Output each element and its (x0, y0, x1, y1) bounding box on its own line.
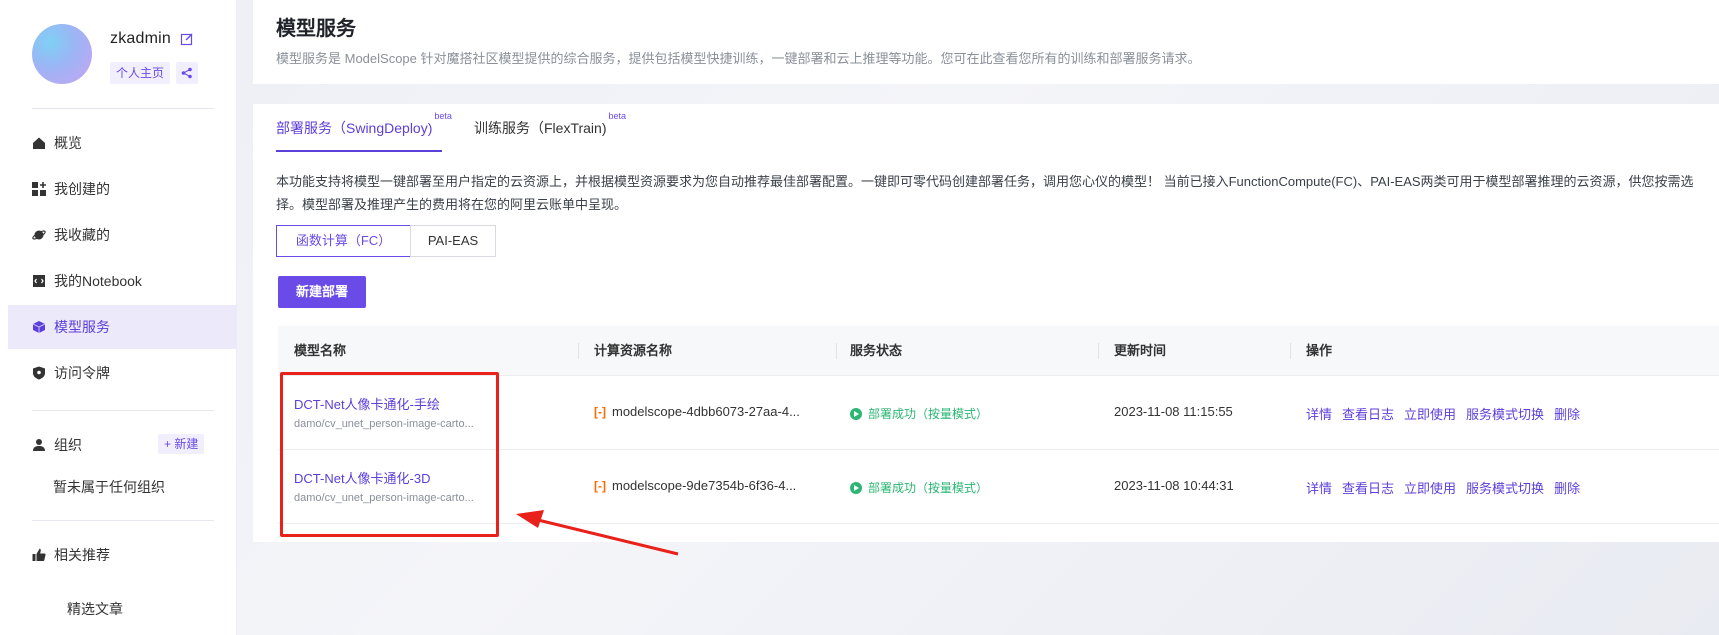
sidebar-item-label: 相关推荐 (54, 547, 110, 563)
page-description: 模型服务是 ModelScope 针对魔搭社区模型提供的综合服务，提供包括模型快… (276, 51, 1201, 66)
column-separator (836, 343, 837, 359)
column-header: 更新时间 (1114, 343, 1167, 358)
row-actions: 详情 查看日志 立即使用 服务模式切换 删除 (1306, 478, 1580, 497)
sidebar-item-label: 访问令牌 (54, 365, 110, 381)
home-icon (33, 137, 45, 149)
tab-swing-deploy[interactable]: 部署服务（SwingDeploy)beta (276, 111, 452, 138)
resource-name: [-] modelscope-4dbb6073-27aa-4... (594, 404, 800, 419)
sidebar-item-label: 我创建的 (54, 181, 110, 197)
delete-link[interactable]: 删除 (1554, 404, 1580, 423)
planet-icon (32, 230, 46, 240)
function-compute-icon: [-] (594, 478, 606, 493)
details-link[interactable]: 详情 (1306, 478, 1332, 497)
sidebar-item-label: 模型服务 (54, 319, 110, 335)
share-icon[interactable] (176, 62, 198, 84)
user-icon (33, 439, 45, 451)
column-separator (1098, 343, 1099, 359)
tab-label: 训练服务（FlexTrain) (474, 120, 607, 136)
update-time: 2023-11-08 11:15:55 (1114, 404, 1233, 419)
new-organization-button[interactable]: + 新建 (158, 434, 205, 454)
column-header: 模型名称 (294, 343, 347, 358)
shield-icon (33, 366, 45, 380)
column-separator (1290, 343, 1291, 359)
resource-name-text: modelscope-9de7354b-6f36-4... (612, 478, 797, 493)
status-text: 部署成功（按量模式） (868, 481, 989, 495)
switch-mode-link[interactable]: 服务模式切换 (1466, 404, 1544, 423)
sidebar-item-label: 我的Notebook (54, 273, 142, 289)
tab-label: 部署服务（SwingDeploy) (276, 120, 433, 136)
avatar[interactable] (32, 24, 92, 84)
feature-intro: 本功能支持将模型一键部署至用户指定的云资源上，并根据模型资源要求为您自动推荐最佳… (276, 174, 1694, 212)
column-separator (578, 343, 579, 359)
sidebar-item-notebook[interactable]: 我的Notebook (8, 259, 237, 303)
row-actions: 详情 查看日志 立即使用 服务模式切换 删除 (1306, 404, 1580, 423)
cube-icon (32, 321, 46, 333)
use-now-link[interactable]: 立即使用 (1404, 404, 1456, 423)
edit-icon[interactable] (180, 32, 194, 46)
thumbs-up-icon (32, 548, 46, 561)
delete-link[interactable]: 删除 (1554, 478, 1580, 497)
resource-name-text: modelscope-4dbb6073-27aa-4... (612, 404, 800, 419)
sidebar-item-label: 组织 (54, 437, 82, 453)
column-header: 计算资源名称 (594, 343, 673, 358)
running-icon (850, 481, 862, 494)
status-badge: 部署成功（按量模式） (850, 479, 988, 496)
resource-name: [-] modelscope-9de7354b-6f36-4... (594, 478, 796, 493)
running-icon (850, 407, 862, 420)
notebook-icon (33, 275, 45, 287)
segment-function-compute[interactable]: 函数计算（FC） (276, 225, 411, 257)
annotation-highlight-box (280, 372, 499, 537)
use-now-link[interactable]: 立即使用 (1404, 478, 1456, 497)
function-compute-icon: [-] (594, 404, 606, 419)
beta-badge: beta (608, 111, 627, 122)
segment-pai-eas[interactable]: PAI-EAS (410, 225, 496, 257)
username: zkadmin (110, 30, 171, 47)
user-profile: zkadmin 个人主页 (32, 24, 222, 88)
column-header: 操作 (1306, 343, 1333, 358)
divider (32, 520, 214, 521)
divider (32, 108, 214, 109)
status-text: 部署成功（按量模式） (868, 407, 989, 421)
divider (32, 410, 214, 411)
sidebar-item-label: 我收藏的 (54, 227, 110, 243)
sidebar-item-overview[interactable]: 概览 (8, 121, 237, 165)
tab-flex-train[interactable]: 训练服务（FlexTrain)beta (474, 111, 626, 138)
home-link[interactable]: 个人主页 (110, 62, 171, 84)
sidebar-item-favorites[interactable]: 我收藏的 (8, 213, 237, 257)
sidebar-item-recommend: 相关推荐 (8, 533, 237, 577)
status-badge: 部署成功（按量模式） (850, 405, 988, 422)
sidebar-item-model-service[interactable]: 模型服务 (8, 305, 237, 349)
table-header: 模型名称 计算资源名称 服务状态 更新时间 操作 (278, 326, 1719, 376)
annotation-arrow-icon (516, 510, 679, 556)
sidebar-item-created[interactable]: 我创建的 (8, 167, 237, 211)
no-organization-text: 暂未属于任何组织 (53, 479, 165, 495)
active-tab-indicator (276, 150, 442, 152)
view-logs-link[interactable]: 查看日志 (1342, 478, 1394, 497)
details-link[interactable]: 详情 (1306, 404, 1332, 423)
featured-articles-link[interactable]: 精选文章 (67, 599, 123, 619)
view-logs-link[interactable]: 查看日志 (1342, 404, 1394, 423)
page-title: 模型服务 (276, 18, 356, 40)
column-header: 服务状态 (850, 343, 903, 358)
page-header: 模型服务 模型服务是 ModelScope 针对魔搭社区模型提供的综合服务，提供… (253, 0, 1719, 84)
new-deploy-button[interactable]: 新建部署 (278, 276, 366, 308)
beta-badge: beta (434, 111, 452, 122)
sidebar: zkadmin 个人主页 概览 我创建的 我收藏的 我的Notebook 模型服… (0, 0, 237, 635)
update-time: 2023-11-08 10:44:31 (1114, 478, 1234, 493)
grid-add-icon (32, 182, 46, 196)
switch-mode-link[interactable]: 服务模式切换 (1466, 478, 1544, 497)
sidebar-item-access-token[interactable]: 访问令牌 (8, 351, 237, 395)
sidebar-item-label: 概览 (54, 135, 82, 151)
